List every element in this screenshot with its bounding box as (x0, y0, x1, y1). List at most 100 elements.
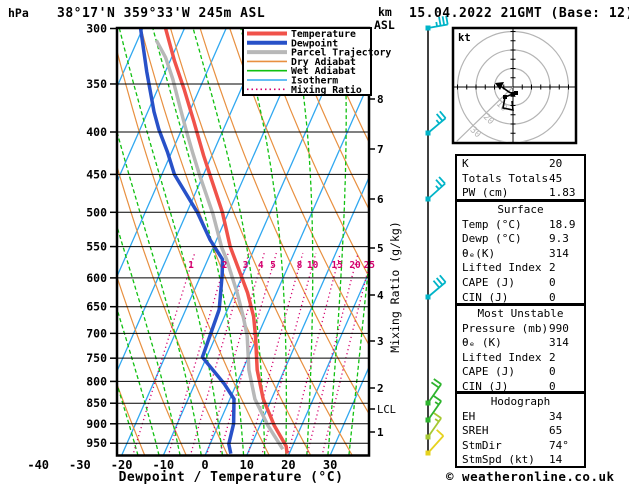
stat-label: θₑ (K) (462, 336, 502, 350)
stat-value: 45 (549, 171, 563, 185)
stat-label: PW (cm) (462, 186, 509, 200)
stat-value: 65 (549, 424, 563, 438)
stats-panel-surface: Surface Temp (°C) 18.9 Dewp (°C) 9.3 θₑ(K) 314… (455, 200, 586, 305)
stat-row: CAPE (J) 0 (457, 276, 584, 291)
pressure-tick-label: 900 (86, 417, 107, 431)
pressure-tick-label: 750 (86, 351, 107, 365)
pressure-tick-label: 650 (86, 300, 107, 314)
stats-panel-indices: K 20 Totals Totals 45 PW (cm) 1.83 (455, 154, 586, 201)
stat-row: SREH 65 (457, 424, 584, 439)
pressure-tick-label: 350 (86, 77, 107, 91)
altitude-axis-unit-km: km (378, 5, 392, 19)
stat-row: K 20 (457, 157, 584, 172)
stat-row: Temp (°C) 18.9 (457, 218, 584, 233)
stat-label: K (462, 157, 469, 170)
stats-panel-most-unstable: Most Unstable Pressure (mb) 990 θₑ (K) 314 Li… (455, 304, 586, 393)
wind-barbs-column (425, 15, 449, 456)
km-tick-label: 7 (377, 143, 384, 156)
stat-label: θₑ(K) (462, 246, 496, 260)
legend: TemperatureDewpointParcel TrajectoryDry … (242, 27, 391, 96)
altitude-axis-unit-asl: ASL (374, 18, 395, 32)
km-tick-label: 6 (377, 193, 384, 206)
stat-row: Lifted Index 2 (457, 261, 584, 276)
mixing-ratio-label: 2 (222, 260, 228, 271)
pressure-tick-label: 950 (86, 436, 107, 450)
credit-footer: © weatheronline.co.uk (446, 469, 615, 484)
lcl-label: LCL (377, 404, 396, 416)
stat-label: Lifted Index (462, 350, 542, 364)
km-tick-label: 4 (377, 289, 384, 302)
weather-sounding-page: 1 2 3 4 5 8 10 15 20 25 300 350 400 450 500 550 600 650 70… (0, 0, 629, 486)
stat-value: 74° (549, 438, 569, 452)
stat-row: StmSpd (kt) 14 (457, 453, 584, 468)
stat-row: Dewp (°C) 9.3 (457, 232, 584, 247)
stat-row: θₑ (K) 314 (457, 336, 584, 351)
stat-row: CIN (J) 0 (457, 291, 584, 306)
pressure-tick-label: 800 (86, 374, 107, 388)
stat-value: 0 (549, 290, 556, 304)
stat-label: CIN (J) (462, 290, 509, 304)
mixing-ratio-label: 3 (243, 260, 249, 271)
temperature-axis: -40 -30 -20 -10 0 10 20 30Dewpoint / Temperatur… (27, 458, 343, 485)
stat-value: 14 (549, 453, 563, 467)
km-tick-label: 3 (377, 335, 384, 348)
stat-value: 314 (549, 336, 569, 350)
stat-value: 1.83 (549, 186, 576, 200)
pressure-axis-unit: hPa (8, 6, 29, 20)
legend-item-label: Mixing Ratio (291, 84, 362, 96)
stat-value: 0 (549, 365, 556, 379)
stat-label: StmSpd (kt) (462, 453, 535, 467)
stat-value: 0 (549, 275, 556, 289)
temp-tick-label: -30 (69, 458, 91, 472)
pressure-axis: 300 350 400 450 500 550 600 650 700 750 800 850 900 9… (86, 22, 117, 450)
stat-value: 314 (549, 246, 569, 260)
hodograph-point (514, 91, 518, 95)
stat-row: StmDir 74° (457, 439, 584, 454)
stat-row: PW (cm) 1.83 (457, 186, 584, 201)
stat-row: θₑ(K) 314 (457, 247, 584, 262)
mixing-ratio-label: 20 (349, 260, 361, 271)
stat-label: StmDir (462, 438, 502, 452)
mixing-ratio-label: 5 (270, 260, 276, 271)
panel-title: Hodograph (490, 395, 551, 408)
mixing-ratio-axis-label: Mixing Ratio (g/kg) (388, 221, 402, 353)
pressure-tick-label: 500 (86, 205, 107, 219)
km-tick-label: 1 (377, 426, 384, 439)
stat-row: Lifted Index 2 (457, 351, 584, 366)
datetime-title: 15.04.2022 21GMT (Base: 12) (409, 6, 629, 21)
stat-row: CAPE (J) 0 (457, 365, 584, 380)
stat-label: SREH (462, 424, 489, 438)
mixing-ratio-label: 1 (188, 260, 194, 271)
stat-value: 20 (549, 157, 563, 170)
stat-label: EH (462, 409, 476, 423)
stat-value: 2 (549, 350, 556, 364)
pressure-tick-label: 300 (86, 22, 107, 36)
stat-label: Dewp (°C) (462, 232, 522, 246)
pressure-tick-label: 450 (86, 167, 107, 181)
stat-label: CAPE (J) (462, 275, 515, 289)
mixing-ratio-label: 4 (258, 260, 264, 271)
stat-value: 990 (549, 321, 569, 335)
panel-title: Most Unstable (477, 307, 564, 320)
km-tick-label: 8 (377, 93, 384, 106)
stat-row: EH 34 (457, 410, 584, 425)
stat-label: Totals Totals (462, 171, 549, 185)
hodograph-unit-label: kt (458, 32, 471, 44)
stat-label: Pressure (mb) (462, 321, 549, 335)
km-tick-label: 2 (377, 382, 384, 395)
mixing-ratio-label: 10 (307, 260, 319, 271)
panel-title: Surface (497, 203, 544, 216)
stat-label: Temp (°C) (462, 217, 522, 231)
parcel-trajectory-curve (154, 39, 285, 451)
stat-value: 34 (549, 409, 563, 423)
pressure-tick-label: 850 (86, 396, 107, 410)
stat-value: 18.9 (549, 217, 576, 231)
hodograph-box (451, 26, 578, 145)
mixing-ratio-label: 15 (331, 260, 343, 271)
hodograph-point (503, 95, 507, 99)
stat-row: Totals Totals 45 (457, 172, 584, 187)
stat-value: 9.3 (549, 232, 569, 246)
pressure-tick-label: 550 (86, 240, 107, 254)
stats-panel-hodograph-stats: Hodograph EH 34 SREH 65 StmDir 74° StmSpd (kt) 1… (455, 392, 586, 468)
pressure-tick-label: 400 (86, 125, 107, 139)
